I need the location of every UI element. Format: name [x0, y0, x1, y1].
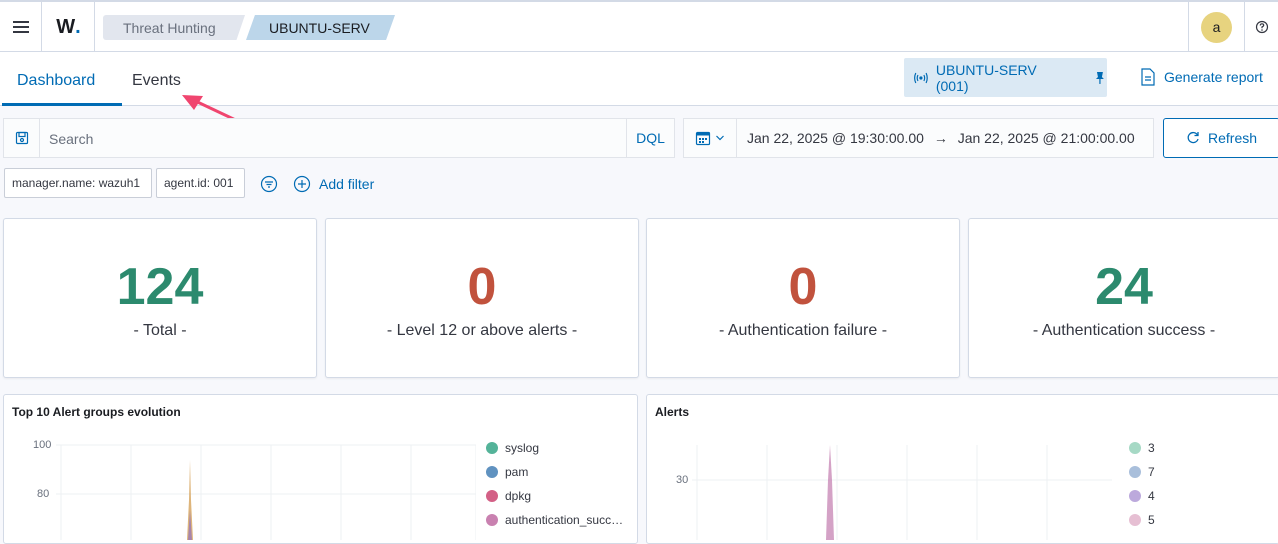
legend-dot — [1129, 490, 1141, 502]
stat-label: - Total - — [133, 322, 187, 339]
help-icon — [1255, 20, 1268, 34]
signal-icon — [914, 72, 928, 83]
legend-dot — [486, 466, 498, 478]
legend-label: 3 — [1148, 441, 1155, 455]
legend-label: 5 — [1148, 513, 1155, 527]
breadcrumb-threat-hunting[interactable]: Threat Hunting — [103, 15, 245, 40]
stat-level12-alerts: 0 - Level 12 or above alerts - — [325, 218, 639, 378]
legend-label: pam — [505, 465, 529, 479]
stat-label: - Authentication failure - — [718, 322, 888, 339]
chevron-down-icon — [716, 135, 724, 141]
legend-item[interactable]: 7 — [1129, 465, 1155, 479]
date-range-text[interactable]: Jan 22, 2025 @ 19:30:00.00 → Jan 22, 202… — [747, 130, 1135, 146]
stat-total: 124 - Total - — [3, 218, 317, 378]
alerts-chart-grid — [692, 445, 1112, 540]
legend-item[interactable]: dpkg — [486, 489, 531, 503]
generate-report-button[interactable]: Generate report — [1140, 68, 1263, 86]
legend-item[interactable]: pam — [486, 465, 528, 479]
stat-label: - Level 12 or above alerts - — [386, 322, 578, 339]
add-filter-button[interactable]: Add filter — [293, 175, 374, 193]
filter-pill-manager[interactable]: manager.name: wazuh1 — [4, 168, 152, 198]
legend-item[interactable]: 5 — [1129, 513, 1155, 527]
legend-label: dpkg — [505, 489, 532, 503]
agent-name: UBUNTU-SERV (001) — [935, 61, 1037, 94]
panel-title: Alerts — [655, 405, 690, 419]
panel-title: Top 10 Alert groups evolution — [12, 405, 181, 419]
refresh-icon — [1187, 131, 1199, 144]
groups-chart-grid — [56, 444, 476, 540]
legend-dot — [486, 490, 498, 502]
legend-dot — [1129, 514, 1141, 526]
legend-item[interactable]: syslog — [486, 441, 539, 455]
alerts-spike — [826, 445, 834, 540]
legend-label: 7 — [1148, 465, 1155, 479]
query-language-button[interactable]: DQL — [626, 119, 674, 157]
plus-circle-icon — [293, 175, 311, 193]
date-start[interactable]: Jan 22, 2025 @ 19:30:00.00 — [747, 130, 924, 146]
search-bar: Search DQL — [3, 118, 675, 158]
date-range-picker: Jan 22, 2025 @ 19:30:00.00 → Jan 22, 202… — [683, 118, 1154, 158]
legend-label: 4 — [1148, 489, 1155, 503]
menu-button[interactable] — [0, 2, 42, 52]
agent-pinned-button[interactable]: UBUNTU-SERV (001) — [904, 58, 1107, 97]
stat-value: 24 — [1095, 258, 1153, 316]
y-tick: 80 — [37, 488, 50, 500]
date-arrow: → — [933, 130, 948, 146]
legend-item[interactable]: authentication_succ… — [486, 513, 623, 527]
document-icon — [1141, 68, 1155, 86]
stat-auth-success: 24 - Authentication success - — [968, 218, 1278, 378]
y-tick: 30 — [676, 474, 689, 486]
avatar[interactable]: a — [1201, 11, 1232, 43]
legend-dot — [1129, 466, 1141, 478]
wazuh-logo[interactable]: W. — [43, 2, 95, 52]
add-filter-label: Add filter — [319, 176, 375, 192]
search-input[interactable]: Search — [49, 131, 93, 147]
top-bar: W. Threat Hunting UBUNTU-SERV a — [0, 0, 1278, 52]
breadcrumb-agent[interactable]: UBUNTU-SERV — [246, 15, 395, 40]
y-tick: 100 — [33, 439, 52, 451]
tab-events[interactable]: Events — [132, 72, 181, 90]
logo-dot: . — [75, 15, 81, 38]
stat-value: 0 — [467, 258, 497, 316]
panel-alerts: Alerts 30 3 7 4 5 — [646, 394, 1278, 544]
legend-label: syslog — [505, 441, 540, 455]
legend-label: authentication_succ… — [505, 513, 624, 527]
stat-label: - Authentication success - — [1032, 322, 1216, 339]
active-tab-indicator — [2, 103, 122, 106]
refresh-label: Refresh — [1208, 130, 1258, 146]
date-end[interactable]: Jan 22, 2025 @ 21:00:00.00 — [958, 130, 1135, 146]
save-icon — [15, 131, 28, 145]
legend-item[interactable]: 4 — [1129, 489, 1155, 503]
saved-queries-button[interactable] — [4, 119, 40, 157]
hamburger-icon — [12, 21, 29, 33]
stat-value: 0 — [788, 258, 818, 316]
refresh-button[interactable]: Refresh — [1163, 118, 1278, 158]
legend-item[interactable]: 3 — [1129, 441, 1155, 455]
help-button[interactable] — [1244, 2, 1278, 52]
calendar-icon — [695, 131, 711, 146]
stat-auth-failure: 0 - Authentication failure - — [646, 218, 960, 378]
filter-options-icon[interactable] — [260, 175, 278, 193]
pin-icon[interactable] — [1093, 71, 1107, 85]
quick-select-button[interactable] — [684, 119, 737, 157]
user-menu[interactable]: a — [1188, 2, 1244, 52]
logo-letter: W — [56, 15, 76, 38]
filter-pill-agent[interactable]: agent.id: 001 — [156, 168, 245, 198]
stat-value: 124 — [116, 258, 204, 316]
legend-dot — [1129, 442, 1141, 454]
tab-dashboard[interactable]: Dashboard — [17, 72, 95, 90]
generate-report-label: Generate report — [1164, 69, 1263, 85]
panel-alert-groups-evolution: Top 10 Alert groups evolution 100 80 sys… — [3, 394, 638, 544]
legend-dot — [486, 514, 498, 526]
legend-dot — [486, 442, 498, 454]
